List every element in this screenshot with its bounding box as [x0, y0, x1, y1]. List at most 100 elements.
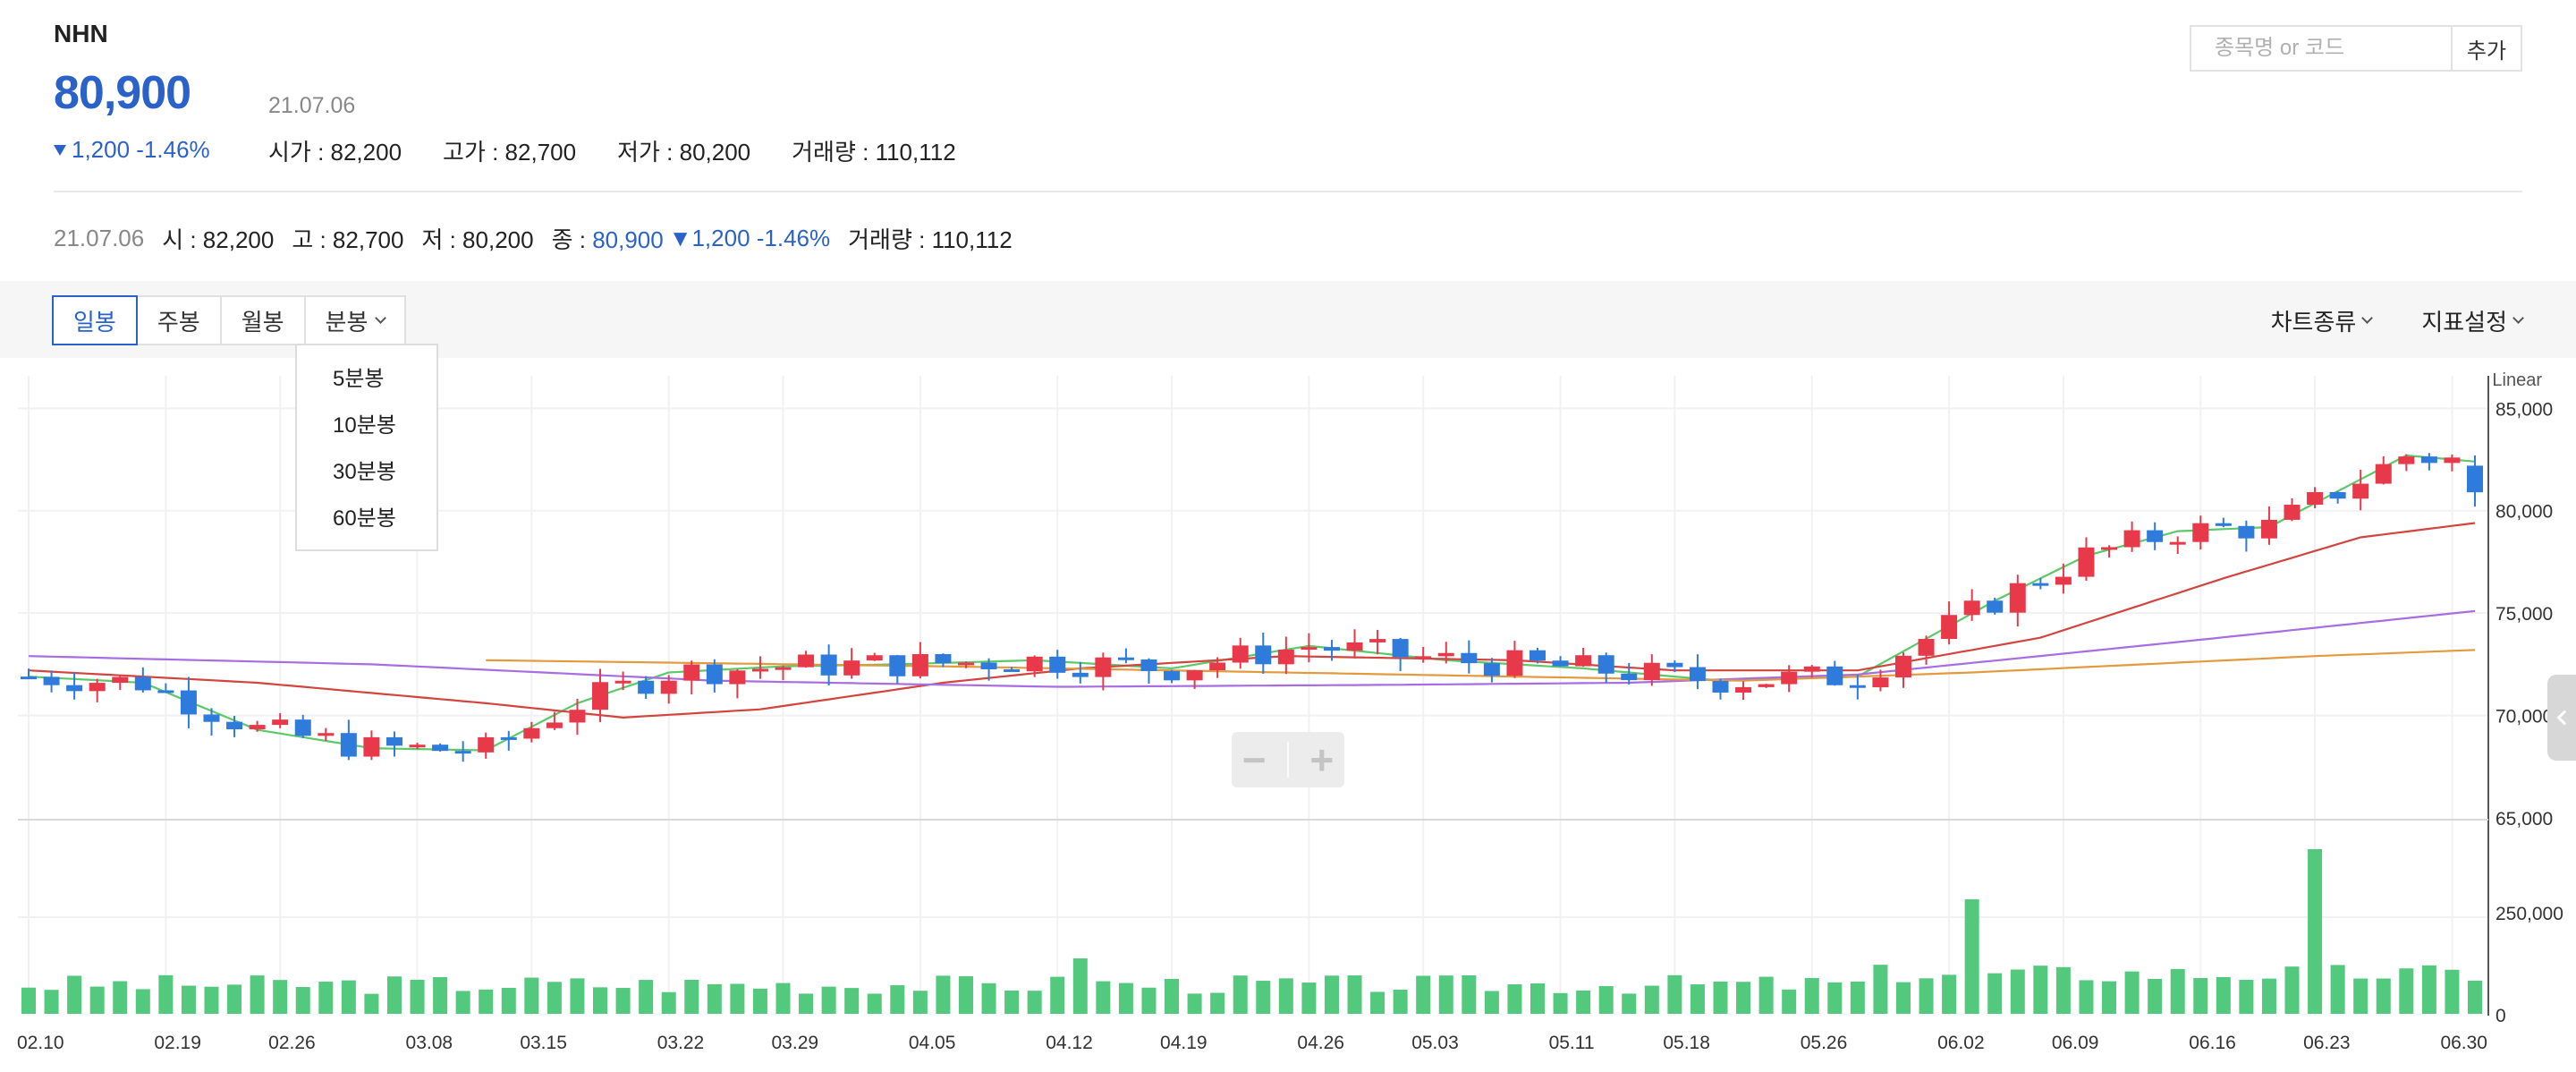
volume-bar	[1895, 982, 1911, 1014]
stock-search-input[interactable]	[2191, 27, 2451, 70]
tab-monthly[interactable]: 월봉	[219, 295, 306, 345]
volume-bar	[1278, 978, 1293, 1014]
menu-item-10min[interactable]: 10분봉	[297, 403, 436, 449]
candle-body	[2147, 530, 2164, 542]
candle-body	[1575, 655, 1592, 667]
date-tick-label: 05.11	[1549, 1033, 1595, 1053]
date-tick-label: 06.02	[1937, 1033, 1985, 1053]
date-ticks: 02.10 02.19 02.26 03.08 03.15 03.22 03.29 04.05…	[17, 1033, 2487, 1053]
menu-item-30min[interactable]: 30분봉	[297, 449, 436, 496]
summary-change: ▼1,200 -1.46%	[668, 225, 831, 251]
volume-bar	[752, 988, 767, 1014]
menu-item-5min[interactable]: 5분봉	[297, 356, 436, 403]
volume-bar	[181, 985, 196, 1014]
candle-body	[592, 682, 609, 710]
candle-body	[2101, 547, 2118, 550]
volume-bar	[2284, 966, 2300, 1014]
candle-body	[1597, 655, 1614, 674]
chart-options: 차트종류 지표설정	[2271, 295, 2524, 345]
indicator-settings-menu[interactable]: 지표설정	[2421, 304, 2524, 337]
candle-body	[1643, 662, 1660, 681]
volume-bar	[2445, 969, 2460, 1014]
candle-body	[432, 744, 449, 752]
tab-weekly[interactable]: 주봉	[135, 295, 222, 345]
date-tick-label: 02.10	[17, 1033, 64, 1053]
candle-body	[1346, 642, 1363, 651]
candle-body	[1117, 657, 1134, 660]
volume-bar	[1210, 992, 1225, 1014]
add-button[interactable]: 추가	[2451, 25, 2522, 72]
candle-body	[409, 744, 426, 748]
date-tick-label: 06.09	[2052, 1033, 2099, 1053]
volume-tick-label: 0	[2496, 1006, 2506, 1026]
menu-item-60min[interactable]: 60분봉	[297, 496, 436, 542]
price-tick-label: 70,000	[2496, 707, 2553, 727]
volume-bar	[1187, 993, 1202, 1014]
volume-bar	[2330, 965, 2345, 1014]
ma-line-ma20	[28, 522, 2476, 719]
volume-bar	[2376, 978, 2391, 1014]
candle-body	[660, 680, 677, 694]
volume-bar	[2124, 971, 2140, 1014]
volume-bar	[547, 982, 562, 1014]
candle-body	[203, 714, 220, 722]
volume-bar	[1804, 978, 1819, 1014]
zoom-out-button[interactable]: −	[1242, 739, 1267, 780]
date-tick-label: 02.19	[154, 1033, 201, 1053]
volume-bar	[867, 993, 882, 1014]
candle-body	[1506, 650, 1523, 676]
volume-bar	[386, 976, 402, 1014]
tab-daily[interactable]: 일봉	[52, 295, 138, 345]
volume-bar	[1507, 984, 1522, 1014]
date-tick-label: 03.29	[772, 1033, 819, 1053]
volume-bar	[844, 988, 860, 1014]
candle-body	[1530, 650, 1546, 661]
volume-bar	[1027, 991, 1042, 1014]
down-triangle-icon	[54, 144, 66, 156]
stock-chart-page: NHN 80,900 1,200 -1.46% 21.07.06 시가 : 82…	[0, 0, 2576, 1072]
candle-body	[2375, 464, 2392, 484]
candle-body	[546, 722, 563, 728]
volume-bar	[2010, 969, 2025, 1014]
candle-body	[2192, 523, 2209, 542]
candle-body	[798, 654, 815, 668]
volume-bar	[1987, 973, 2003, 1014]
chevron-down-icon	[2512, 311, 2524, 324]
candle-body	[2420, 456, 2437, 464]
zoom-in-button[interactable]: +	[1309, 739, 1334, 780]
volume-bar	[2170, 968, 2185, 1014]
volume-bar	[2079, 980, 2094, 1014]
volume-bar	[1165, 978, 1180, 1014]
period-tabs: 일봉 주봉 월봉 분봉	[52, 295, 407, 345]
candle-body	[318, 733, 335, 736]
candle-body	[980, 662, 997, 669]
candle-body	[1072, 672, 1089, 677]
open-price: 시가 : 82,200	[268, 139, 402, 166]
volume-bar	[273, 980, 288, 1014]
chart-type-menu[interactable]: 차트종류	[2271, 304, 2374, 337]
volume-bar	[1667, 974, 1682, 1014]
indicator-settings-label: 지표설정	[2421, 308, 2507, 336]
candle-body	[1689, 667, 1706, 682]
tab-minute[interactable]: 분봉	[303, 295, 407, 345]
candle-body	[66, 685, 83, 692]
volume-bar	[661, 991, 676, 1014]
tab-weekly-label: 주봉	[157, 308, 200, 336]
date-tick-label: 05.03	[1411, 1033, 1459, 1053]
summary-date: 21.07.06	[54, 225, 145, 251]
panel-toggle-handle[interactable]	[2547, 675, 2576, 761]
volume-bar	[2148, 978, 2163, 1014]
volume-bar	[1782, 989, 1797, 1014]
tab-daily-label: 일봉	[73, 308, 116, 336]
date-tick-label: 03.22	[657, 1033, 705, 1053]
summary-high: 고 : 82,700	[292, 226, 404, 253]
candle-body	[935, 654, 952, 664]
candle-body	[523, 727, 540, 739]
volume-bar	[2033, 966, 2048, 1014]
date-tick-label: 04.12	[1046, 1033, 1093, 1053]
volume-bar	[2308, 849, 2323, 1014]
volume-bar	[295, 987, 310, 1014]
volume-bar	[113, 981, 128, 1014]
date-tick-label: 04.26	[1297, 1033, 1344, 1053]
volume-bar	[912, 991, 928, 1014]
